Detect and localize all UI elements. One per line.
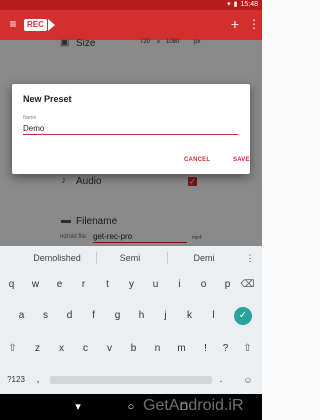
app-logo-text: REC: [24, 18, 47, 31]
key-f[interactable]: f: [82, 304, 105, 328]
key-o[interactable]: o: [192, 273, 215, 297]
space-key[interactable]: [50, 376, 212, 384]
key-n[interactable]: n: [146, 337, 169, 361]
app-bar: ≡ REC + ⋮: [0, 10, 262, 40]
key-h[interactable]: h: [130, 304, 153, 328]
hamburger-menu-icon[interactable]: ≡: [7, 18, 19, 30]
key-i[interactable]: i: [168, 273, 191, 297]
key-x[interactable]: x: [50, 337, 73, 361]
back-icon[interactable]: ▾: [72, 401, 84, 413]
app-logo: REC: [24, 17, 55, 32]
new-preset-dialog: New Preset Name Demo CANCEL SAVE: [12, 84, 250, 174]
key-c[interactable]: c: [74, 337, 97, 361]
status-time: 15:48: [240, 1, 258, 8]
name-input[interactable]: Demo: [23, 124, 238, 135]
soft-keyboard: Demolished Semi Demi ⋮ q w e r t y u i o…: [0, 246, 262, 394]
key-a[interactable]: a: [10, 304, 33, 328]
save-button[interactable]: SAVE: [233, 157, 250, 163]
home-icon[interactable]: ○: [125, 401, 137, 413]
backspace-key[interactable]: ⌫: [236, 273, 259, 297]
cancel-button[interactable]: CANCEL: [184, 157, 210, 163]
key-u[interactable]: u: [144, 273, 167, 297]
enter-key[interactable]: ✓: [234, 307, 252, 325]
dialog-title: New Preset: [23, 94, 72, 104]
key-y[interactable]: y: [120, 273, 143, 297]
name-field-label: Name: [23, 115, 37, 121]
key-m[interactable]: m: [170, 337, 193, 361]
key-b[interactable]: b: [122, 337, 145, 361]
comma-key[interactable]: ,: [30, 368, 46, 392]
wifi-icon: ▾: [227, 1, 231, 8]
key-z[interactable]: z: [26, 337, 49, 361]
key-v[interactable]: v: [98, 337, 121, 361]
key-q[interactable]: q: [0, 273, 23, 297]
key-t[interactable]: t: [96, 273, 119, 297]
key-r[interactable]: r: [72, 273, 95, 297]
suggestion-divider: [167, 252, 168, 264]
emoji-key[interactable]: ☺: [238, 368, 258, 392]
suggestion-menu-icon[interactable]: ⋮: [245, 253, 255, 264]
key-e[interactable]: e: [48, 273, 71, 297]
status-icons: ▾ ▮ 15:48: [227, 1, 258, 9]
key-j[interactable]: j: [154, 304, 177, 328]
shift-key-right[interactable]: ⇧: [236, 337, 259, 361]
watermark: GetAndroid.iR: [143, 397, 244, 414]
key-k[interactable]: k: [178, 304, 201, 328]
key-s[interactable]: s: [34, 304, 57, 328]
status-bar: ▾ ▮ 15:48: [0, 0, 262, 10]
camera-icon: [47, 18, 55, 31]
battery-icon: ▮: [233, 1, 238, 8]
shift-key-left[interactable]: ⇧: [1, 337, 24, 361]
key-g[interactable]: g: [106, 304, 129, 328]
key-w[interactable]: w: [24, 273, 47, 297]
suggestion-divider: [96, 252, 97, 264]
key-d[interactable]: d: [58, 304, 81, 328]
more-vert-icon[interactable]: ⋮: [248, 18, 260, 30]
key-l[interactable]: l: [202, 304, 225, 328]
suggestion-1[interactable]: Demolished: [22, 253, 92, 263]
period-key[interactable]: .: [214, 368, 228, 392]
symbols-key[interactable]: ?123: [3, 368, 29, 392]
suggestion-3[interactable]: Demi: [179, 253, 229, 263]
suggestion-strip: Demolished Semi Demi ⋮: [0, 246, 262, 270]
key-question[interactable]: ?: [214, 337, 237, 361]
add-icon[interactable]: +: [229, 17, 241, 31]
suggestion-2[interactable]: Semi: [104, 253, 156, 263]
